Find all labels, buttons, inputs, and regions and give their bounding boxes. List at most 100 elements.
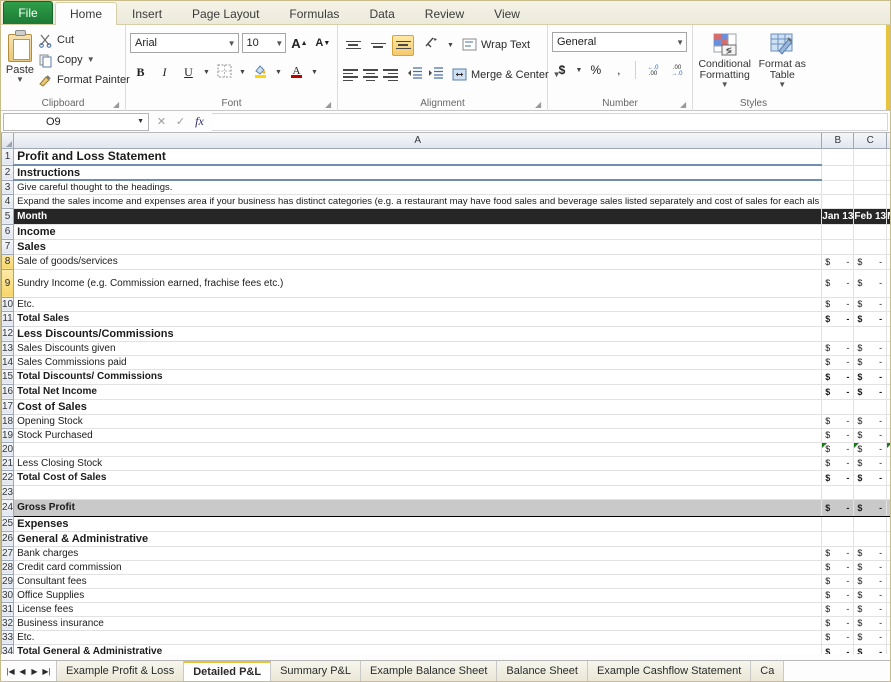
tab-page-layout[interactable]: Page Layout bbox=[177, 2, 274, 24]
month-header-C[interactable]: Feb 13 bbox=[854, 208, 887, 224]
insert-function-button[interactable]: fx bbox=[191, 113, 208, 130]
row-header-13[interactable]: 13 bbox=[2, 341, 14, 355]
cell-D27[interactable]: $- bbox=[887, 546, 890, 560]
cell-C24[interactable]: $- bbox=[854, 499, 887, 516]
row-header-21[interactable]: 21 bbox=[2, 456, 14, 470]
sheet-nav-first-icon[interactable]: |◀ bbox=[5, 667, 16, 676]
cell-D2[interactable] bbox=[887, 165, 890, 180]
cell-D28[interactable]: $- bbox=[887, 560, 890, 574]
fill-chevron-down-icon[interactable]: ▼ bbox=[274, 69, 283, 76]
column-header-A[interactable]: A bbox=[14, 133, 822, 148]
cell-C13[interactable]: $- bbox=[854, 341, 887, 355]
cell-B24[interactable]: $- bbox=[822, 499, 854, 516]
month-header-B[interactable]: Jan 13 bbox=[822, 208, 854, 224]
cell-A19[interactable]: Stock Purchased bbox=[14, 428, 822, 442]
row-header-34[interactable]: 34 bbox=[2, 644, 14, 654]
cell-C20[interactable]: $- bbox=[854, 442, 887, 456]
cell-A12[interactable]: Less Discounts/Commissions bbox=[14, 326, 822, 341]
tab-data[interactable]: Data bbox=[354, 2, 409, 24]
font-dialog-launcher[interactable]: ◢ bbox=[325, 100, 334, 109]
cell-A9[interactable]: Sundry Income (e.g. Commission earned, f… bbox=[14, 269, 822, 297]
formula-input[interactable] bbox=[212, 113, 888, 131]
cell-B34[interactable]: $- bbox=[822, 644, 854, 654]
cell-B13[interactable]: $- bbox=[822, 341, 854, 355]
row-header-10[interactable]: 10 bbox=[2, 297, 14, 311]
row-header-30[interactable]: 30 bbox=[2, 588, 14, 602]
cell-A17[interactable]: Cost of Sales bbox=[14, 399, 822, 414]
wrap-text-button[interactable]: Wrap Text bbox=[458, 35, 530, 56]
tab-view[interactable]: View bbox=[479, 2, 535, 24]
enter-formula-button[interactable]: ✓ bbox=[172, 113, 189, 130]
cell-B26[interactable] bbox=[822, 531, 854, 546]
underline-button[interactable]: U bbox=[178, 62, 199, 82]
row-header-12[interactable]: 12 bbox=[2, 326, 14, 341]
conditional-formatting-button[interactable]: ≶ Conditional Formatting▼ bbox=[697, 31, 753, 89]
currency-button[interactable]: $ bbox=[552, 60, 572, 81]
row-header-23[interactable]: 23 bbox=[2, 485, 14, 499]
cell-A23[interactable] bbox=[14, 485, 822, 499]
cell-C26[interactable] bbox=[854, 531, 887, 546]
cell-B14[interactable]: $- bbox=[822, 355, 854, 369]
borders-button[interactable] bbox=[214, 62, 235, 82]
cell-A10[interactable]: Etc. bbox=[14, 297, 822, 311]
row-header-29[interactable]: 29 bbox=[2, 574, 14, 588]
paste-button[interactable]: Paste ▼ bbox=[5, 28, 35, 84]
cell-A16[interactable]: Total Net Income bbox=[14, 384, 822, 399]
cell-A6[interactable]: Income bbox=[14, 224, 822, 239]
cell-C10[interactable]: $- bbox=[854, 297, 887, 311]
tab-file[interactable]: File bbox=[3, 1, 53, 24]
cell-A4[interactable]: Expand the sales income and expenses are… bbox=[14, 194, 822, 208]
cell-C17[interactable] bbox=[854, 399, 887, 414]
cell-A22[interactable]: Total Cost of Sales bbox=[14, 470, 822, 485]
comma-button[interactable]: , bbox=[609, 60, 629, 81]
row-header-26[interactable]: 26 bbox=[2, 531, 14, 546]
sheet-tab-ca[interactable]: Ca bbox=[751, 661, 784, 681]
cell-B2[interactable] bbox=[822, 165, 854, 180]
cell-D17[interactable] bbox=[887, 399, 890, 414]
row-header-20[interactable]: 20 bbox=[2, 442, 14, 456]
shrink-font-button[interactable]: A▼ bbox=[313, 33, 333, 53]
align-center-button[interactable] bbox=[362, 65, 379, 86]
sheet-tab-example-balance-sheet[interactable]: Example Balance Sheet bbox=[361, 661, 497, 681]
cell-D33[interactable]: $- bbox=[887, 630, 890, 644]
cell-A14[interactable]: Sales Commissions paid bbox=[14, 355, 822, 369]
row-header-19[interactable]: 19 bbox=[2, 428, 14, 442]
row-header-1[interactable]: 1 bbox=[2, 148, 14, 165]
cell-D19[interactable]: $- bbox=[887, 428, 890, 442]
cell-A8[interactable]: Sale of goods/services bbox=[14, 254, 822, 269]
cell-D22[interactable]: $- bbox=[887, 470, 890, 485]
cell-A29[interactable]: Consultant fees bbox=[14, 574, 822, 588]
cell-A13[interactable]: Sales Discounts given bbox=[14, 341, 822, 355]
cell-C14[interactable]: $- bbox=[854, 355, 887, 369]
tab-review[interactable]: Review bbox=[410, 2, 479, 24]
cell-D25[interactable] bbox=[887, 516, 890, 531]
bold-button[interactable]: B bbox=[130, 62, 151, 82]
cell-C16[interactable]: $- bbox=[854, 384, 887, 399]
cell-A21[interactable]: Less Closing Stock bbox=[14, 456, 822, 470]
cell-D26[interactable] bbox=[887, 531, 890, 546]
borders-chevron-down-icon[interactable]: ▼ bbox=[238, 69, 247, 76]
cell-A2[interactable]: Instructions bbox=[14, 165, 822, 180]
cell-B22[interactable]: $- bbox=[822, 470, 854, 485]
orientation-button[interactable] bbox=[421, 35, 443, 56]
select-all-corner[interactable] bbox=[2, 133, 14, 148]
row-header-17[interactable]: 17 bbox=[2, 399, 14, 414]
row-header-25[interactable]: 25 bbox=[2, 516, 14, 531]
row-header-14[interactable]: 14 bbox=[2, 355, 14, 369]
cell-B18[interactable]: $- bbox=[822, 414, 854, 428]
cell-C31[interactable]: $- bbox=[854, 602, 887, 616]
cell-B28[interactable]: $- bbox=[822, 560, 854, 574]
row-header-22[interactable]: 22 bbox=[2, 470, 14, 485]
merge-center-button[interactable]: Merge & Center ▼ bbox=[448, 65, 561, 86]
cell-C1[interactable] bbox=[854, 148, 887, 165]
orientation-chevron-down-icon[interactable]: ▼ bbox=[446, 42, 455, 49]
cell-A3[interactable]: Give careful thought to the headings. bbox=[14, 180, 822, 194]
sheet-tab-balance-sheet[interactable]: Balance Sheet bbox=[497, 661, 588, 681]
cell-C27[interactable]: $- bbox=[854, 546, 887, 560]
cell-B20[interactable]: $- bbox=[822, 442, 854, 456]
cell-A20[interactable] bbox=[14, 442, 822, 456]
cell-B3[interactable] bbox=[822, 180, 854, 194]
cell-B30[interactable]: $- bbox=[822, 588, 854, 602]
align-right-button[interactable] bbox=[382, 65, 399, 86]
cell-B10[interactable]: $- bbox=[822, 297, 854, 311]
